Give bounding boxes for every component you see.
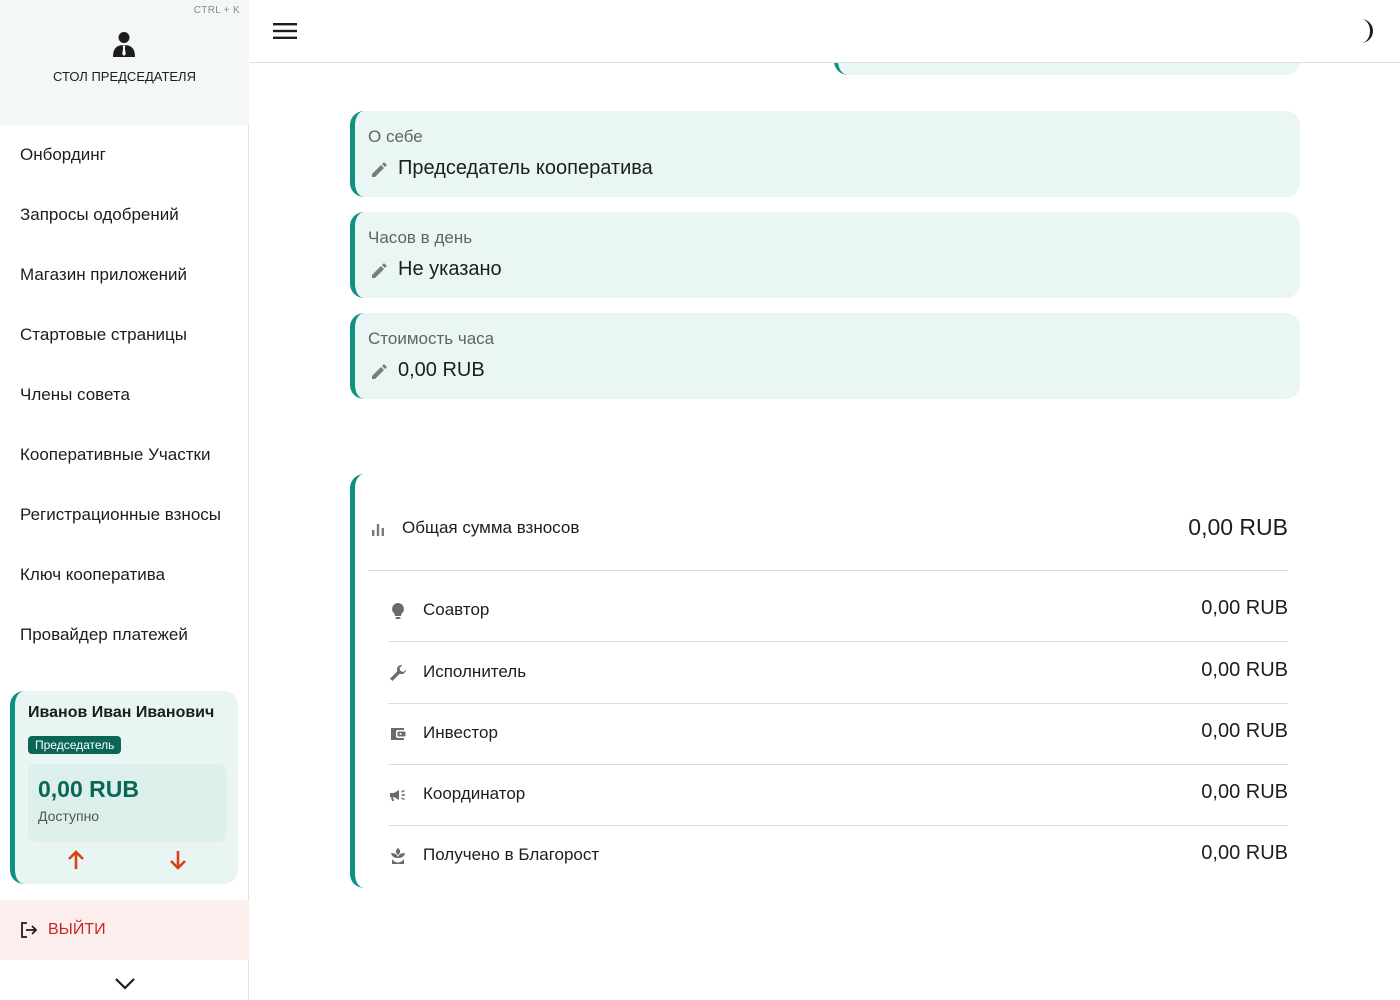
sidebar-item-start-pages[interactable]: Стартовые страницы (0, 305, 249, 365)
logout-button[interactable]: ВЫЙТИ (0, 900, 249, 960)
contributions-panel: Общая сумма взносов 0,00 RUB Соавтор 0,0… (350, 474, 1300, 888)
row-amount: 0,00 RUB (1201, 781, 1288, 803)
person-icon (113, 32, 135, 57)
balance-label: Доступно (38, 808, 100, 824)
shortcut-hint: CTRL + K (193, 5, 240, 16)
field-hour-rate: Стоимость часа 0,00 RUB (350, 313, 1300, 399)
sidebar-header[interactable]: CTRL + K СТОЛ ПРЕДСЕДАТЕЛЯ (0, 0, 249, 125)
user-card: Иванов Иван Иванович Председатель 0,00 R… (10, 691, 238, 884)
role-badge: Председатель (28, 736, 122, 754)
wallet-icon (391, 728, 406, 740)
field-label: Стоимость часа (368, 329, 495, 348)
field-label: Часов в день (368, 228, 473, 247)
sidebar-item-onboarding[interactable]: Онбординг (0, 125, 249, 185)
contribution-row-blagorost: Получено в Благорост 0,00 RUB (388, 826, 1288, 887)
row-label: Получено в Благорост (423, 845, 600, 864)
sidebar-item-board-members[interactable]: Члены совета (0, 365, 249, 425)
wrench-icon (390, 664, 407, 681)
row-amount: 0,00 RUB (1201, 659, 1288, 681)
dark-mode-icon[interactable] (1355, 17, 1379, 45)
balance-box: 0,00 RUB Доступно (28, 764, 226, 842)
sidebar-item-payment-provider[interactable]: Провайдер платежей (0, 605, 249, 665)
pencil-icon[interactable] (370, 161, 388, 179)
lightbulb-icon (392, 603, 404, 619)
row-amount: 0,00 RUB (1201, 842, 1288, 864)
balance-amount: 0,00 RUB (38, 776, 139, 802)
row-amount: 0,00 RUB (1201, 597, 1288, 619)
arrow-down-icon[interactable] (166, 848, 190, 872)
logout-label: ВЫЙТИ (48, 921, 106, 938)
contributions-total: Общая сумма взносов 0,00 RUB (368, 474, 1288, 571)
contribution-row-coordinator: Координатор 0,00 RUB (388, 765, 1288, 826)
sidebar-item-app-store[interactable]: Магазин приложений (0, 245, 249, 305)
total-label: Общая сумма взносов (402, 518, 580, 537)
sidebar-item-coop-plots[interactable]: Кооперативные Участки (0, 425, 249, 485)
sidebar: CTRL + K СТОЛ ПРЕДСЕДАТЕЛЯ Онбординг Зап… (0, 0, 249, 1000)
sidebar-item-coop-key[interactable]: Ключ кооператива (0, 545, 249, 605)
chevron-down-icon[interactable] (113, 974, 137, 994)
workspace-title: СТОЛ ПРЕДСЕДАТЕЛЯ (53, 69, 196, 84)
user-name: Иванов Иван Иванович (28, 704, 215, 721)
menu-icon[interactable] (272, 19, 298, 43)
growth-icon (391, 848, 405, 864)
field-value: Председатель кооператива (398, 157, 653, 179)
row-label: Соавтор (423, 600, 490, 619)
row-amount: 0,00 RUB (1201, 720, 1288, 742)
logout-icon (21, 922, 38, 938)
contribution-row-investor: Инвестор 0,00 RUB (388, 704, 1288, 765)
field-value: 0,00 RUB (398, 359, 485, 381)
field-value: Не указано (398, 258, 502, 280)
row-label: Исполнитель (423, 662, 527, 681)
field-about: О себе Председатель кооператива (350, 111, 1300, 197)
field-hours-per-day: Часов в день Не указано (350, 212, 1300, 298)
total-amount: 0,00 RUB (1188, 514, 1288, 540)
sidebar-item-approval-requests[interactable]: Запросы одобрений (0, 185, 249, 245)
field-label: О себе (368, 127, 423, 146)
pencil-icon[interactable] (370, 363, 388, 381)
sidebar-item-registration-fees[interactable]: Регистрационные взносы (0, 485, 249, 545)
row-label: Координатор (423, 784, 526, 803)
contribution-row-executor: Исполнитель 0,00 RUB (388, 643, 1288, 704)
row-label: Инвестор (423, 723, 498, 742)
topbar (250, 0, 1400, 63)
campaign-icon (390, 789, 405, 801)
pencil-icon[interactable] (370, 262, 388, 280)
sidebar-nav: Онбординг Запросы одобрений Магазин прил… (0, 125, 249, 665)
arrow-up-icon[interactable] (64, 848, 88, 872)
bar-chart-icon (372, 524, 384, 536)
contribution-row-coauthor: Соавтор 0,00 RUB (388, 581, 1288, 642)
